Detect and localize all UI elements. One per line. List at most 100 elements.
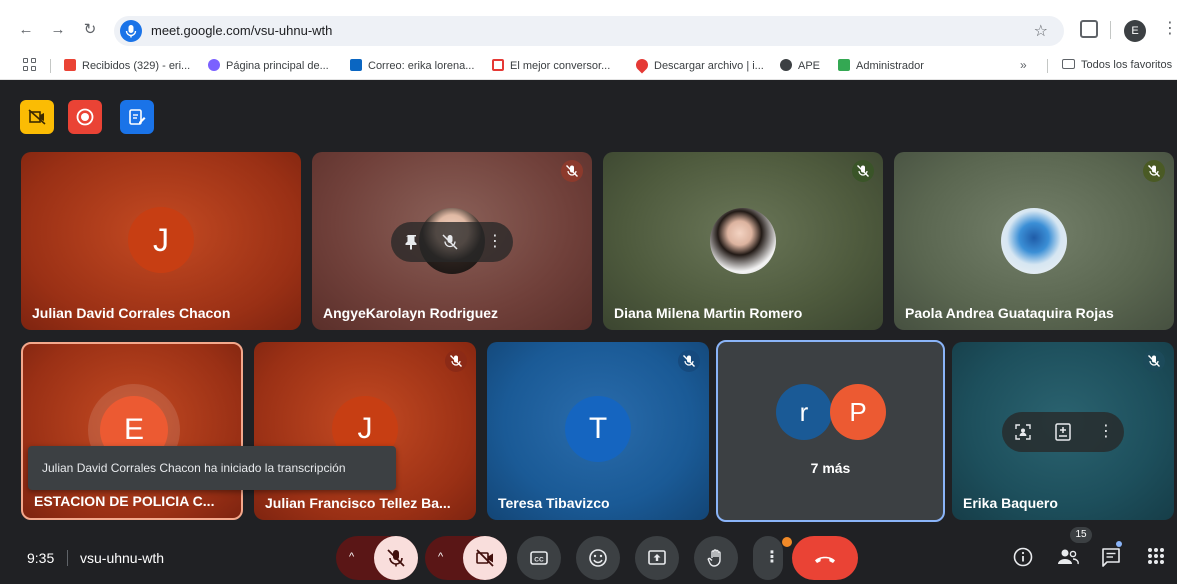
kebab-icon[interactable]: ⋮ [487,231,503,251]
reload-icon[interactable]: ↻ [80,20,100,40]
info-icon[interactable] [1012,546,1034,568]
mic-off-icon [852,160,874,182]
profile-avatar[interactable]: E [1124,20,1146,42]
bookmarks-overflow[interactable]: » [1020,58,1027,72]
converter-icon [492,59,504,71]
address-bar[interactable]: meet.google.com/vsu-uhnu-wth ☆ [114,16,1064,46]
participant-name: Teresa Tibavizco [498,495,610,511]
bookmark-divider [50,59,51,73]
browser-toolbar: ← → ↻ meet.google.com/vsu-uhnu-wth ☆ E ⋮ [0,0,1177,52]
participant-name: Erika Baquero [963,495,1058,511]
pin-icon[interactable] [403,233,421,251]
mic-off-icon [561,160,583,182]
captions-button[interactable]: CC [517,536,561,580]
avatar: P [830,384,886,440]
emoji-icon [589,549,607,567]
people-icon[interactable] [1056,546,1080,568]
meeting-stage: J Julian David Corrales Chacon ⋮ AngyeKa… [0,80,1177,584]
frame-icon[interactable] [1014,423,1032,441]
pinwheel-icon [208,59,220,71]
participant-tile[interactable]: T Teresa Tibavizco [487,342,709,520]
bookmark-download[interactable]: Descargar archivo | i... [633,56,764,75]
participant-tile[interactable]: J Julian David Corrales Chacon [21,152,301,330]
microphone-icon[interactable] [120,20,142,42]
participant-tile[interactable]: Diana Milena Martin Romero [603,152,883,330]
bookmark-gmail[interactable]: Recibidos (329) - eri... [64,59,190,75]
url-text: meet.google.com/vsu-uhnu-wth [151,23,333,38]
all-bookmarks-folder[interactable]: Todos los favoritos [1062,59,1172,71]
present-button[interactable] [635,536,679,580]
hand-raise-icon [707,549,721,567]
bookmarks-bar: Recibidos (329) - eri... Página principa… [0,52,1177,80]
chevron-up-icon[interactable]: ^ [438,551,443,563]
chat-unread-dot [1116,541,1122,547]
participant-name: Paola Andrea Guataquira Rojas [905,305,1114,321]
end-call-button[interactable] [792,536,858,580]
participant-name: ESTACION DE POLICIA C... [34,493,215,509]
camera-toggle-button[interactable] [463,536,507,580]
star-icon[interactable]: ☆ [1034,21,1048,41]
participant-name: Julian David Corrales Chacon [32,305,231,321]
folder-icon [1062,59,1075,69]
mic-control-group: ^ [336,536,418,580]
globe-icon [780,59,792,71]
meeting-info-divider [67,550,68,566]
bookmark-converter[interactable]: El mejor conversor... [492,59,610,75]
transcript-indicator[interactable] [120,100,154,134]
bookmark-admin[interactable]: Administrador [838,59,924,75]
record-icon [76,108,94,126]
more-participants-tile[interactable]: r P 7 más [716,340,945,522]
raise-hand-button[interactable] [694,536,738,580]
mic-off-icon [678,350,700,372]
mic-off-icon [387,549,405,567]
avatar: J [128,207,194,273]
bookmark-outlook[interactable]: Correo: erika lorena... [350,59,474,75]
no-video-icon [28,109,46,125]
participant-photo [710,208,776,274]
participant-tile-self[interactable]: E ESTACION DE POLICIA C... [21,342,243,520]
participant-tile[interactable]: ⋮ Erika Baquero [952,342,1174,520]
bookmark-ape[interactable]: APE [780,59,820,75]
kebab-icon[interactable]: ⋮ [1162,18,1177,38]
participant-tile[interactable]: J Julian Francisco Tellez Ba... [254,342,476,520]
extensions-icon[interactable] [1080,20,1098,38]
mic-toggle-button[interactable] [374,536,418,580]
bookmark-divider [1047,59,1048,73]
camera-control-group: ^ [425,536,507,580]
add-to-screen-icon[interactable] [1054,422,1072,442]
more-count-label: 7 más [810,460,851,476]
reactions-button[interactable] [576,536,620,580]
meeting-code: vsu-uhnu-wth [80,550,165,566]
meeting-time: 9:35 [27,550,55,566]
avatar: r [776,384,832,440]
gmail-icon [64,59,76,71]
kebab-icon[interactable]: ⋮ [1098,421,1114,441]
more-options-button[interactable]: ⋮ [753,536,783,580]
no-video-indicator[interactable] [20,100,54,134]
recording-indicator[interactable] [68,100,102,134]
svg-text:CC: CC [534,556,544,563]
apps-grid-icon[interactable] [23,58,37,72]
heart-icon [633,56,651,74]
participant-count-badge: 15 [1070,527,1092,543]
back-arrow-icon[interactable]: ← [16,20,36,40]
end-call-icon [815,556,835,563]
forward-arrow-icon[interactable]: → [48,20,68,40]
avatar: T [565,396,631,462]
caption-icon: CC [530,551,548,565]
chat-icon[interactable] [1100,546,1122,568]
mic-off-icon [445,350,467,372]
activities-icon[interactable] [1146,546,1166,566]
admin-icon [838,59,850,71]
participant-name: AngyeKarolayn Rodriguez [323,305,499,321]
participant-tile[interactable]: Paola Andrea Guataquira Rojas [894,152,1174,330]
chevron-up-icon[interactable]: ^ [349,551,354,563]
present-icon [648,550,666,565]
mic-off-icon[interactable] [441,233,459,251]
kebab-icon: ⋮ [764,549,780,566]
bookmark-home[interactable]: Página principal de... [208,59,329,75]
toolbar-divider [1110,21,1111,39]
tile-hover-controls: ⋮ [1002,412,1124,452]
participant-tile[interactable]: ⋮ AngyeKarolayn Rodriguez [312,152,592,330]
screen: ← → ↻ meet.google.com/vsu-uhnu-wth ☆ E ⋮… [0,0,1177,584]
